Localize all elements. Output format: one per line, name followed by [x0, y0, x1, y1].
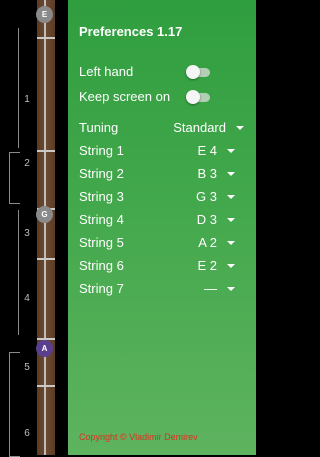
fret-line — [37, 258, 55, 260]
dropdown-arrow-icon[interactable] — [227, 287, 235, 291]
string-4-value[interactable]: D 3 — [197, 210, 217, 230]
fret-bracket — [9, 152, 20, 204]
fret-number: 1 — [24, 94, 30, 105]
string-3-value[interactable]: G 3 — [196, 187, 217, 207]
fret-bracket — [9, 352, 20, 457]
string-6-row[interactable]: String 6 E 2 — [79, 256, 249, 276]
fret-line — [37, 385, 55, 387]
string-7-label: String 7 — [79, 281, 124, 296]
dropdown-arrow-icon[interactable] — [236, 126, 244, 130]
string-5-label: String 5 — [79, 235, 124, 250]
fret-bracket — [18, 28, 19, 148]
keep-screen-on-toggle[interactable] — [186, 90, 210, 104]
tuning-value[interactable]: Standard — [173, 118, 226, 138]
fret-number: 2 — [24, 158, 30, 169]
preferences-title: Preferences 1.17 — [79, 24, 183, 39]
toggle-thumb — [186, 65, 200, 79]
guitar-neck: 1 2 3 4 5 6 E G A — [0, 0, 68, 457]
fret-bracket — [18, 210, 19, 335]
note-marker-e: E — [36, 6, 53, 23]
copyright-text: Copyright © Vladimir Demirev — [79, 432, 198, 442]
keep-screen-on-row[interactable]: Keep screen on — [79, 87, 249, 107]
tuning-label: Tuning — [79, 120, 119, 135]
fret-number: 4 — [24, 293, 30, 304]
string-2-value[interactable]: B 3 — [197, 164, 217, 184]
dropdown-arrow-icon[interactable] — [227, 149, 235, 153]
string-1-row[interactable]: String 1 E 4 — [79, 141, 249, 161]
string-4-label: String 4 — [79, 212, 124, 227]
dropdown-arrow-icon[interactable] — [227, 264, 235, 268]
left-hand-toggle[interactable] — [186, 65, 210, 79]
fret-line — [37, 150, 55, 152]
preferences-panel: Preferences 1.17 Left hand Keep screen o… — [68, 0, 256, 455]
dropdown-arrow-icon[interactable] — [227, 172, 235, 176]
string-1-value[interactable]: E 4 — [197, 141, 217, 161]
keep-screen-on-label: Keep screen on — [79, 89, 171, 104]
dropdown-arrow-icon[interactable] — [227, 241, 235, 245]
fret-number: 5 — [24, 362, 30, 373]
string-6-label: String 6 — [79, 258, 124, 273]
toggle-thumb — [186, 90, 200, 104]
string-4-row[interactable]: String 4 D 3 — [79, 210, 249, 230]
fret-number: 6 — [24, 428, 30, 439]
string-2-row[interactable]: String 2 B 3 — [79, 164, 249, 184]
string-6-value[interactable]: E 2 — [197, 256, 217, 276]
dropdown-arrow-icon[interactable] — [227, 195, 235, 199]
string-7-value[interactable]: — — [204, 279, 217, 299]
string-7-row[interactable]: String 7 — — [79, 279, 249, 299]
tuning-row[interactable]: Tuning Standard — [79, 118, 249, 138]
fret-line — [37, 37, 55, 39]
note-marker-g: G — [36, 206, 53, 223]
left-hand-row[interactable]: Left hand — [79, 62, 249, 82]
note-marker-a: A — [36, 340, 53, 357]
fret-number: 3 — [24, 228, 30, 239]
string-3-row[interactable]: String 3 G 3 — [79, 187, 249, 207]
string-3-label: String 3 — [79, 189, 124, 204]
dropdown-arrow-icon[interactable] — [227, 218, 235, 222]
string-5-row[interactable]: String 5 A 2 — [79, 233, 249, 253]
left-hand-label: Left hand — [79, 64, 134, 79]
string-1-label: String 1 — [79, 143, 124, 158]
string-5-value[interactable]: A 2 — [198, 233, 217, 253]
string-2-label: String 2 — [79, 166, 124, 181]
